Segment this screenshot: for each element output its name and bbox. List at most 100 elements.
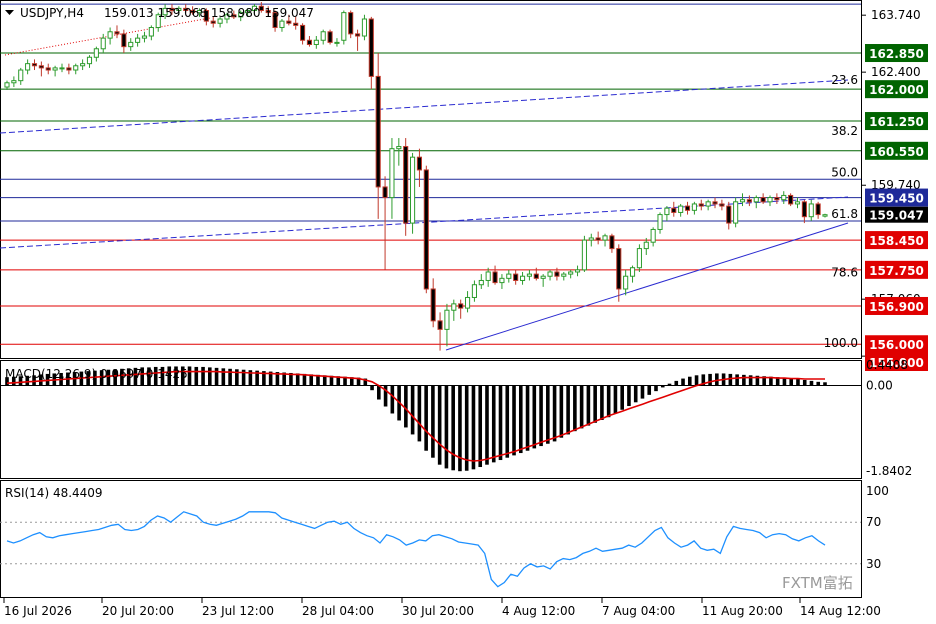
macd-bar [606,385,611,418]
candle-body [705,201,711,207]
macd-bar [633,385,638,403]
candle-body [698,203,704,207]
macd-bar [194,366,199,386]
macd-bar [735,374,739,386]
candle-body [396,146,402,150]
candle-body [114,31,120,35]
candle-body [327,31,333,43]
candle-body [93,48,99,58]
candle-body [719,203,725,207]
candle [361,14,368,41]
candle-body [11,80,17,84]
candle-body [499,277,505,284]
macd-bar [823,382,827,386]
candle-body [650,228,656,243]
macd-bar [478,385,483,468]
candle-body [712,201,718,205]
candle-body [492,271,498,284]
level-badge-label: 162.000 [869,83,924,97]
macd-bar [687,376,692,386]
candle-body [815,203,821,216]
chart-canvas: 0.0 23.6 38.2 50.0 61.8 78.6 100.0 163.740 162.… [0,0,928,618]
macd-bar [796,379,800,386]
macd-bar [512,385,516,456]
candle-body [657,214,663,230]
macd-bar [410,385,415,435]
candle [403,138,409,236]
candle-body [561,273,567,277]
level-badge-0: 162.850 [865,44,928,63]
candle-body [616,248,622,290]
macd-bar [451,385,455,471]
macd-bar [471,385,476,470]
level-badges: 162.850 162.000 161.250 160.550 159.450 158.4… [865,44,928,371]
candle-body [279,20,285,29]
candle-body [801,201,807,218]
candle-body [554,271,560,277]
candle [327,29,333,45]
macd-bar [600,385,604,420]
candle-body [547,271,553,277]
candle-body [141,35,148,39]
rsi-panel [0,480,862,598]
candle-body [313,39,319,46]
level-badge-4: 159.450 [865,188,928,207]
time-tick-label: 11 Aug 20:00 [702,604,783,618]
candle-body [286,20,292,24]
macd-bar [566,385,570,435]
fib-label-1: 23.6 [831,73,858,87]
macd-bar [627,385,631,407]
candle-body [513,273,519,281]
candle-body [794,201,801,205]
macd-bar [647,385,652,395]
macd-bar [809,380,814,386]
macd-bar [559,385,564,438]
candle-body [121,33,127,48]
macd-bar [498,385,503,461]
current-price-badge: 159.047 [865,206,928,223]
candle [788,193,794,207]
time-tick-label: 20 Jul 20:00 [102,604,174,618]
candle-body [526,273,532,277]
candle-body [671,207,677,213]
macd-bar [221,368,226,386]
macd-bar [390,385,395,414]
candle-body [100,37,106,50]
time-tick-label: 16 Jul 2026 [4,604,72,618]
time-tick-label: 7 Aug 04:00 [602,604,675,618]
macd-bar [370,385,374,391]
fib-label-5: 78.6 [831,266,858,280]
ohlc-readout: 159.013 159.068 158.980 159.047 [104,6,314,20]
rsi-tick-label: 70 [866,515,881,529]
candle-body [430,288,436,322]
macd-bar [187,366,192,386]
candle-body [774,197,780,201]
candle-body [739,199,746,203]
candle-body [341,12,347,41]
candle-body [629,267,636,277]
level-badge-7: 156.900 [865,296,928,315]
candle-body [59,67,65,70]
macd-bar [377,385,381,400]
level-badge-2: 161.250 [865,112,928,131]
macd-bar [708,373,712,386]
macd-bar [667,383,672,386]
macd-bar [546,385,550,444]
macd-bar [214,367,219,386]
candle-body [781,194,787,201]
macd-bar [505,385,510,458]
macd-bar [573,385,577,432]
rsi-tick-label: 30 [866,557,881,571]
candle-body [25,63,31,71]
time-tick-label: 30 Jul 20:00 [402,604,474,618]
time-tick-label: 28 Jul 04:00 [302,604,374,618]
candle-body [128,41,134,48]
candle-body [506,273,512,279]
macd-bar [620,385,624,410]
candle-body [18,69,24,82]
candle-body [684,205,691,211]
macd-bar [742,374,746,386]
level-badge-label: 161.250 [869,115,924,129]
fib-label-3: 50.0 [831,165,858,179]
candle-body [4,82,10,88]
